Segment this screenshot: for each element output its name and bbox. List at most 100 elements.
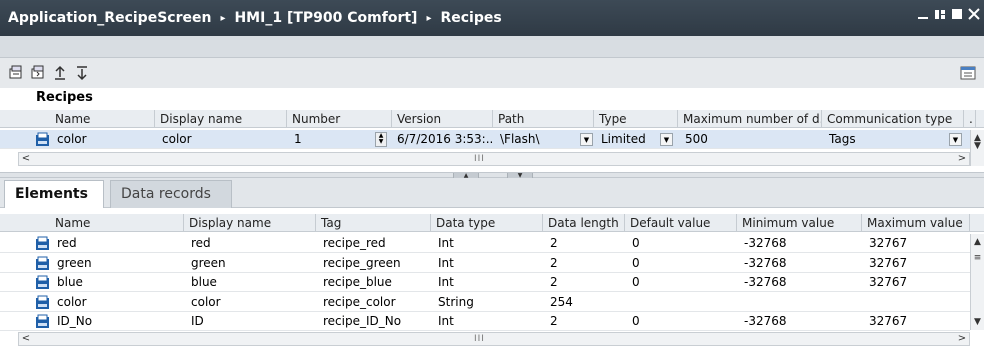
elements-vscroll[interactable]: ▲ ≡ ▼ — [970, 234, 984, 330]
recipe-name[interactable]: color — [52, 130, 152, 149]
element-maximum-value[interactable]: 32767 — [864, 312, 968, 331]
recipes-vscroll[interactable]: ▲ ▼ — [970, 130, 984, 166]
element-default-value[interactable] — [627, 293, 735, 312]
element-data-length[interactable]: 2 — [545, 254, 623, 273]
recipes-hscroll[interactable]: < III > — [18, 152, 970, 166]
element-data-length[interactable]: 2 — [545, 273, 623, 292]
element-data-length[interactable]: 2 — [545, 312, 623, 331]
elements-hscroll[interactable]: < III > — [18, 332, 970, 346]
element-tag[interactable]: recipe_ID_No — [318, 312, 429, 331]
element-data-type[interactable]: Int — [433, 273, 541, 292]
element-data-type[interactable]: Int — [433, 234, 541, 253]
element-row[interactable]: blue blue recipe_blue Int 2 0 -32768 32767 — [0, 273, 970, 292]
scroll-down-icon[interactable]: ▼ — [971, 140, 984, 152]
element-data-length[interactable]: 254 — [545, 293, 623, 312]
recipe-communication[interactable]: Tags — [824, 130, 944, 149]
scroll-thumb-icon[interactable]: ≡ — [971, 252, 984, 264]
col-data-length[interactable]: Data length — [543, 214, 625, 232]
breadcrumb-recipes[interactable]: Recipes — [440, 10, 501, 26]
col-name[interactable]: Name — [50, 110, 155, 128]
element-row[interactable]: color color recipe_color String 254 — [0, 293, 970, 312]
scroll-up-icon[interactable]: ▲ — [971, 236, 984, 248]
col-minimum-value[interactable]: Minimum value — [737, 214, 862, 232]
breadcrumb-device[interactable]: HMI_1 [TP900 Comfort] — [234, 10, 417, 26]
recipe-number[interactable]: 1 — [289, 130, 369, 149]
element-name[interactable]: color — [52, 293, 182, 312]
close-icon[interactable] — [968, 8, 980, 26]
element-name[interactable]: ID_No — [52, 312, 182, 331]
col-communication[interactable]: Communication type — [822, 110, 964, 128]
move-down-icon[interactable] — [74, 65, 90, 81]
element-name[interactable]: red — [52, 234, 182, 253]
col-version[interactable]: Version — [392, 110, 493, 128]
element-tag[interactable]: recipe_green — [318, 254, 429, 273]
element-name[interactable]: green — [52, 254, 182, 273]
element-tag[interactable]: recipe_blue — [318, 273, 429, 292]
element-minimum-value[interactable]: -32768 — [739, 312, 860, 331]
element-data-type[interactable]: String — [433, 293, 541, 312]
scroll-left-icon[interactable]: < — [19, 333, 33, 345]
element-maximum-value[interactable]: 32767 — [864, 273, 968, 292]
scroll-left-icon[interactable]: < — [19, 153, 33, 165]
element-display-name[interactable]: blue — [186, 273, 314, 292]
col-type[interactable]: Type — [594, 110, 678, 128]
tab-elements[interactable]: Elements — [4, 180, 104, 209]
element-row[interactable]: red red recipe_red Int 2 0 -32768 32767 — [0, 234, 970, 253]
recipe-type[interactable]: Limited — [596, 130, 656, 149]
breadcrumb-project[interactable]: Application_RecipeScreen — [8, 10, 211, 26]
scroll-right-icon[interactable]: > — [955, 333, 969, 345]
col-data-type[interactable]: Data type — [431, 214, 543, 232]
element-default-value[interactable]: 0 — [627, 254, 735, 273]
recipe-path[interactable]: \Flash\ — [495, 130, 575, 149]
element-maximum-value[interactable]: 32767 — [864, 234, 968, 253]
element-row[interactable]: ID_No ID recipe_ID_No Int 2 0 -32768 32767 — [0, 312, 970, 331]
element-maximum-value[interactable] — [864, 293, 968, 312]
communication-dropdown-icon[interactable]: ▼ — [949, 133, 962, 146]
col-max-records[interactable]: Maximum number of d.. — [678, 110, 822, 128]
minimize-icon[interactable] — [917, 8, 929, 26]
col-display-name[interactable]: Display name — [155, 110, 287, 128]
type-dropdown-icon[interactable]: ▼ — [660, 133, 673, 146]
element-display-name[interactable]: green — [186, 254, 314, 273]
recipe-row[interactable]: color color 1 ▲ ▼ 6/7/2016 3:53:... \Flas… — [0, 130, 970, 149]
move-up-icon[interactable] — [52, 65, 68, 81]
scroll-grip[interactable]: III — [474, 154, 485, 164]
element-display-name[interactable]: red — [186, 234, 314, 253]
scroll-grip[interactable]: III — [474, 334, 485, 344]
recipe-max-records[interactable]: 500 — [680, 130, 820, 149]
element-data-length[interactable]: 2 — [545, 234, 623, 253]
import-icon[interactable] — [8, 65, 24, 81]
element-data-type[interactable]: Int — [433, 312, 541, 331]
element-tag[interactable]: recipe_red — [318, 234, 429, 253]
path-dropdown-icon[interactable]: ▼ — [580, 133, 593, 146]
col-path[interactable]: Path — [493, 110, 594, 128]
element-minimum-value[interactable] — [739, 293, 860, 312]
element-maximum-value[interactable]: 32767 — [864, 254, 968, 273]
number-spinner[interactable]: ▲ ▼ — [375, 132, 387, 147]
col-maximum-value[interactable]: Maximum value — [862, 214, 970, 232]
element-row[interactable]: green green recipe_green Int 2 0 -32768 32767 — [0, 254, 970, 273]
element-minimum-value[interactable]: -32768 — [739, 273, 860, 292]
scroll-right-icon[interactable]: > — [955, 153, 969, 165]
col-more[interactable]: . — [964, 110, 976, 128]
element-display-name[interactable]: color — [186, 293, 314, 312]
col-number[interactable]: Number — [287, 110, 392, 128]
element-name[interactable]: blue — [52, 273, 182, 292]
col-name[interactable]: Name — [50, 214, 184, 232]
restore-icon[interactable] — [934, 8, 946, 26]
element-minimum-value[interactable]: -32768 — [739, 234, 860, 253]
view-toggle-icon[interactable] — [960, 65, 976, 81]
tab-data-records[interactable]: Data records — [110, 180, 232, 208]
export-icon[interactable] — [30, 65, 46, 81]
element-minimum-value[interactable]: -32768 — [739, 254, 860, 273]
scroll-down-icon[interactable]: ▼ — [971, 316, 984, 328]
element-default-value[interactable]: 0 — [627, 234, 735, 253]
element-default-value[interactable]: 0 — [627, 312, 735, 331]
recipe-display-name[interactable]: color — [157, 130, 285, 149]
maximize-icon[interactable] — [951, 8, 963, 26]
col-default-value[interactable]: Default value — [625, 214, 737, 232]
col-tag[interactable]: Tag — [316, 214, 431, 232]
element-default-value[interactable]: 0 — [627, 273, 735, 292]
element-display-name[interactable]: ID — [186, 312, 314, 331]
element-data-type[interactable]: Int — [433, 254, 541, 273]
